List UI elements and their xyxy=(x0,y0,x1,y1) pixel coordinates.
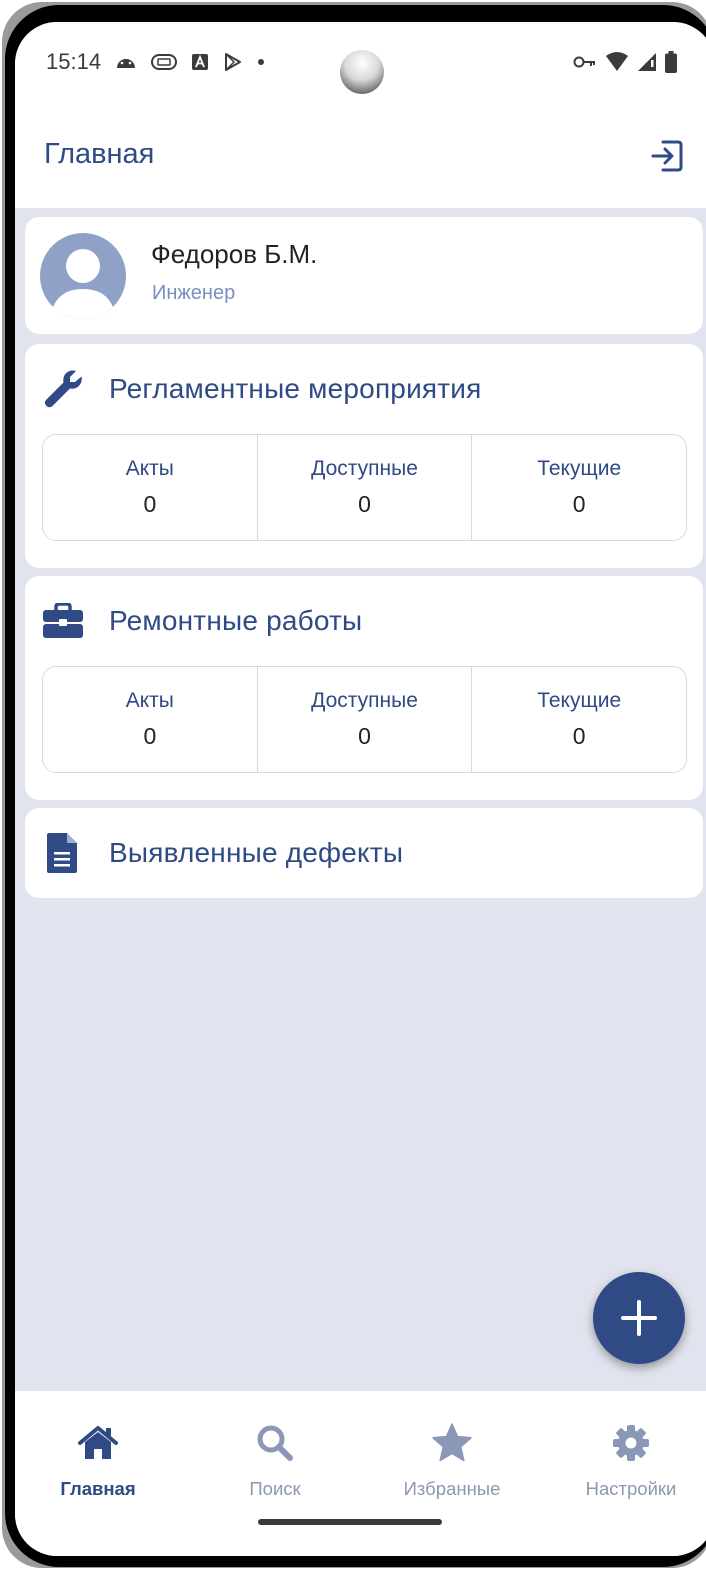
stat-label: Текущие xyxy=(537,689,622,712)
screen: 15:14 Главная Федоров Б.М. Инженер Регла… xyxy=(15,22,706,1556)
profile-name: Федоров Б.М. xyxy=(151,239,318,269)
repair-works-card: Ремонтные работы Акты 0 Доступные 0 Теку… xyxy=(25,576,703,800)
device-frame: 15:14 Главная Федоров Б.М. Инженер Регла… xyxy=(0,0,706,1569)
front-camera xyxy=(340,50,384,94)
profile-card[interactable]: Федоров Б.М. Инженер xyxy=(25,217,703,334)
stat-value: 0 xyxy=(143,491,157,517)
briefcase-icon xyxy=(41,599,85,643)
star-icon xyxy=(430,1421,474,1465)
add-button[interactable] xyxy=(593,1272,685,1364)
a-square-icon xyxy=(191,53,209,71)
bottom-nav: Главная Поиск Избранные Настройки xyxy=(15,1391,706,1556)
stat-label: Доступные xyxy=(311,689,418,712)
defects-card[interactable]: Выявленные дефекты xyxy=(25,808,703,898)
nav-label: Избранные xyxy=(403,1478,501,1499)
gear-icon xyxy=(609,1421,653,1465)
page-title: Главная xyxy=(44,138,155,170)
stat-acts[interactable]: Акты 0 xyxy=(43,435,257,540)
stat-label: Акты xyxy=(125,689,174,712)
status-icons-right xyxy=(573,51,677,78)
logout-icon xyxy=(651,140,683,172)
wifi-icon xyxy=(605,52,629,77)
nav-label: Главная xyxy=(60,1478,136,1499)
plus-icon xyxy=(621,1300,657,1336)
stats-group: Акты 0 Доступные 0 Текущие 0 xyxy=(42,666,687,773)
stat-available[interactable]: Доступные 0 xyxy=(256,667,472,772)
stat-label: Текущие xyxy=(537,457,622,480)
section-title: Регламентные мероприятия xyxy=(109,373,482,404)
stat-label: Доступные xyxy=(311,457,418,480)
stat-label: Акты xyxy=(125,457,174,480)
android-icon xyxy=(115,55,137,69)
app-bar: Главная xyxy=(15,106,706,208)
nav-item-settings[interactable]: Настройки xyxy=(561,1421,701,1500)
home-indicator[interactable] xyxy=(258,1519,442,1525)
search-icon xyxy=(253,1421,297,1465)
scheduled-works-card: Регламентные мероприятия Акты 0 Доступны… xyxy=(25,344,703,568)
nav-label: Настройки xyxy=(585,1478,677,1499)
stat-value: 0 xyxy=(143,723,157,749)
logout-button[interactable] xyxy=(647,136,687,176)
play-icon xyxy=(223,52,243,72)
defects-header[interactable]: Выявленные дефекты xyxy=(41,828,403,878)
wrench-icon xyxy=(41,367,85,411)
section-title: Ремонтные работы xyxy=(109,605,363,636)
stat-current[interactable]: Текущие 0 xyxy=(471,435,686,540)
battery-icon xyxy=(665,51,677,78)
vpn-badge-icon xyxy=(151,54,177,70)
signal-icon xyxy=(637,52,657,77)
nav-label: Поиск xyxy=(249,1478,301,1499)
repair-works-header[interactable]: Ремонтные работы xyxy=(41,596,362,646)
document-icon xyxy=(41,831,85,875)
nav-item-favorites[interactable]: Избранные xyxy=(382,1421,522,1500)
home-icon xyxy=(76,1421,120,1465)
stat-available[interactable]: Доступные 0 xyxy=(256,435,472,540)
nav-item-home[interactable]: Главная xyxy=(28,1421,168,1500)
stat-current[interactable]: Текущие 0 xyxy=(471,667,686,772)
stat-value: 0 xyxy=(358,491,371,517)
key-icon xyxy=(573,55,597,74)
stat-value: 0 xyxy=(572,723,586,749)
scheduled-works-header[interactable]: Регламентные мероприятия xyxy=(41,364,482,414)
stat-value: 0 xyxy=(572,491,586,517)
stats-group: Акты 0 Доступные 0 Текущие 0 xyxy=(42,434,687,541)
avatar xyxy=(40,233,126,319)
dot-icon xyxy=(257,58,265,66)
stat-value: 0 xyxy=(358,723,371,749)
profile-role: Инженер xyxy=(152,282,236,304)
section-title: Выявленные дефекты xyxy=(109,837,404,868)
status-icons-left xyxy=(115,52,265,72)
status-time: 15:14 xyxy=(46,49,102,74)
stat-acts[interactable]: Акты 0 xyxy=(43,667,257,772)
status-bar: 15:14 xyxy=(15,22,706,106)
nav-item-search[interactable]: Поиск xyxy=(205,1421,345,1500)
